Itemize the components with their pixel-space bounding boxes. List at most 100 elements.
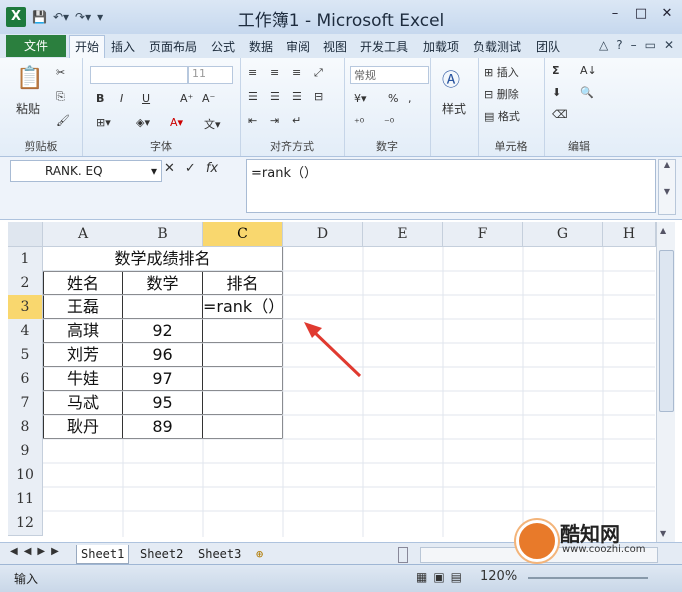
row-header-10[interactable]: 10 xyxy=(8,463,43,488)
tab-formulas[interactable]: 公式 xyxy=(211,38,235,55)
align-left-icon[interactable]: ☰ xyxy=(248,90,258,103)
wrap-text-icon[interactable]: ↵ xyxy=(292,114,301,127)
tab-data[interactable]: 数据 xyxy=(249,38,273,55)
column-header-e[interactable]: E xyxy=(363,222,443,247)
align-middle-icon[interactable]: ≡ xyxy=(270,66,279,79)
paste-icon[interactable]: 📋 xyxy=(16,66,43,91)
maximize-button[interactable]: □ xyxy=(632,6,650,24)
tab-view[interactable]: 视图 xyxy=(323,38,347,55)
sheet-tab-sheet2[interactable]: Sheet2 xyxy=(140,545,183,563)
vertical-scrollbar[interactable]: ▲ ▼ xyxy=(656,222,675,542)
column-header-h[interactable]: H xyxy=(603,222,656,247)
sort-filter-icon[interactable]: A↓ xyxy=(580,64,597,77)
row-header-1[interactable]: 1 xyxy=(8,247,43,272)
fill-color-icon[interactable]: ◈▾ xyxy=(136,116,150,129)
row-header-12[interactable]: 12 xyxy=(8,511,43,536)
select-all-corner[interactable] xyxy=(8,222,43,247)
sheet-tab-sheet3[interactable]: Sheet3 xyxy=(198,545,241,563)
formula-bar-expand[interactable]: ▲ ▼ xyxy=(658,159,676,215)
column-header-a[interactable]: A xyxy=(43,222,124,247)
align-bottom-icon[interactable]: ≡ xyxy=(292,66,301,79)
phonetic-icon[interactable]: 文▾ xyxy=(204,116,221,132)
format-painter-icon[interactable]: 🖌 xyxy=(56,114,70,127)
styles-button[interactable]: 样式 xyxy=(442,100,466,117)
number-format-combo[interactable]: 常规 xyxy=(350,66,429,84)
row-header-7[interactable]: 7 xyxy=(8,391,43,416)
row-header-8[interactable]: 8 xyxy=(8,415,43,440)
tab-page-layout[interactable]: 页面布局 xyxy=(149,38,197,55)
tab-addins[interactable]: 加载项 xyxy=(423,38,459,55)
minimize-button[interactable]: – xyxy=(606,6,624,24)
column-header-b[interactable]: B xyxy=(123,222,203,247)
copy-icon[interactable]: ⎘ xyxy=(56,90,65,104)
row-header-4[interactable]: 4 xyxy=(8,319,43,344)
bold-button[interactable]: B xyxy=(96,92,104,105)
clear-icon[interactable]: ⌫ xyxy=(552,108,568,121)
row-header-2[interactable]: 2 xyxy=(8,271,43,296)
vertical-scroll-thumb[interactable] xyxy=(659,250,674,412)
tab-review[interactable]: 审阅 xyxy=(286,38,310,55)
name-box[interactable]: RANK. EQ ▾ xyxy=(10,160,162,182)
close-workbook-icon[interactable]: ✕ xyxy=(664,38,674,52)
comma-icon[interactable]: , xyxy=(408,92,412,105)
styles-icon[interactable]: Ⓐ xyxy=(442,66,460,92)
align-center-icon[interactable]: ☰ xyxy=(270,90,280,103)
view-buttons[interactable]: ▦▣▤ xyxy=(416,570,468,584)
scroll-up-icon[interactable]: ▲ xyxy=(660,226,666,235)
restore-workbook-icon[interactable]: ▭ xyxy=(645,38,656,52)
currency-icon[interactable]: ¥▾ xyxy=(354,92,367,105)
row-header-6[interactable]: 6 xyxy=(8,367,43,392)
paste-button[interactable]: 粘贴 xyxy=(16,100,40,117)
delete-cells-button[interactable]: ⊟ 删除 xyxy=(484,86,519,102)
increase-decimal-icon[interactable]: ⁺⁰ xyxy=(354,116,364,129)
font-name-combo[interactable] xyxy=(90,66,188,84)
insert-cells-button[interactable]: ⊞ 插入 xyxy=(484,64,519,80)
align-right-icon[interactable]: ☰ xyxy=(292,90,302,103)
help-icon[interactable]: ? xyxy=(616,38,622,52)
underline-button[interactable]: U xyxy=(142,92,150,105)
grow-font-icon[interactable]: A⁺ xyxy=(180,92,193,105)
sheet-nav-arrows[interactable]: ◀◀▶▶ xyxy=(10,546,65,557)
column-header-d[interactable]: D xyxy=(283,222,363,247)
tab-developer[interactable]: 开发工具 xyxy=(360,38,408,55)
minimize-workbook-icon[interactable]: – xyxy=(631,38,637,52)
row-header-11[interactable]: 11 xyxy=(8,487,43,512)
insert-function-button[interactable]: fx xyxy=(206,161,218,176)
percent-button[interactable]: % xyxy=(388,92,398,105)
collapse-ribbon-icon[interactable]: △ xyxy=(599,38,608,52)
align-top-icon[interactable]: ≡ xyxy=(248,66,257,79)
tab-home[interactable]: 开始 xyxy=(69,35,105,59)
font-color-icon[interactable]: A▾ xyxy=(170,116,183,129)
insert-sheet-icon[interactable]: ⊕ xyxy=(256,545,263,563)
shrink-font-icon[interactable]: A⁻ xyxy=(202,92,215,105)
zoom-slider[interactable] xyxy=(528,577,648,579)
decrease-indent-icon[interactable]: ⇤ xyxy=(248,114,257,127)
fill-icon[interactable]: ⬇ xyxy=(552,86,561,99)
tab-insert[interactable]: 插入 xyxy=(111,38,135,55)
italic-button[interactable]: I xyxy=(120,92,123,105)
close-button[interactable]: ✕ xyxy=(658,6,676,24)
cancel-formula-icon[interactable]: ✕ xyxy=(164,161,175,176)
find-select-icon[interactable]: 🔍 xyxy=(580,86,594,99)
tab-load-test[interactable]: 负载测试 xyxy=(473,38,521,55)
font-size-combo[interactable]: 11 xyxy=(188,66,233,84)
enter-formula-icon[interactable]: ✓ xyxy=(185,161,196,176)
border-icon[interactable]: ⊞▾ xyxy=(96,116,111,129)
increase-indent-icon[interactable]: ⇥ xyxy=(270,114,279,127)
column-header-f[interactable]: F xyxy=(443,222,523,247)
row-header-5[interactable]: 5 xyxy=(8,343,43,368)
autosum-button[interactable]: Σ xyxy=(552,64,560,77)
sheet-tab-sheet1[interactable]: Sheet1 xyxy=(76,545,130,564)
orientation-icon[interactable]: ⤢ xyxy=(314,66,323,80)
name-box-dropdown-icon[interactable]: ▾ xyxy=(151,161,157,181)
column-header-g[interactable]: G xyxy=(523,222,603,247)
tab-split-handle[interactable] xyxy=(398,547,408,563)
merge-center-icon[interactable]: ⊟ xyxy=(314,90,323,103)
column-header-c[interactable]: C xyxy=(203,222,283,247)
zoom-level[interactable]: 120% xyxy=(480,569,517,584)
decrease-decimal-icon[interactable]: ⁻⁰ xyxy=(384,116,394,129)
tab-team[interactable]: 团队 xyxy=(536,38,560,55)
row-header-9[interactable]: 9 xyxy=(8,439,43,464)
tab-file[interactable]: 文件 xyxy=(6,35,66,57)
row-header-3[interactable]: 3 xyxy=(8,295,43,320)
